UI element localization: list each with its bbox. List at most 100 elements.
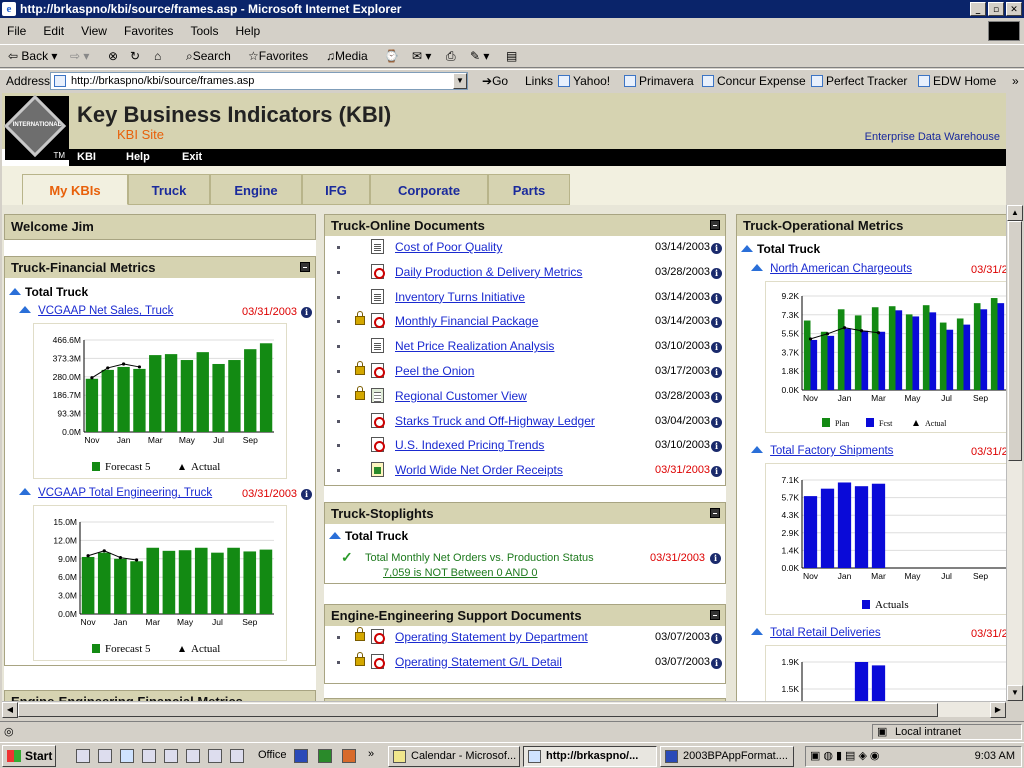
quicklaunch-icon[interactable] [208,749,222,763]
media-button[interactable]: ♫Media [326,45,368,67]
minimize-panel-icon[interactable] [710,508,720,518]
document-link[interactable]: Inventory Turns Initiative [395,290,525,304]
stop-icon[interactable]: ⊗ [108,45,118,67]
info-icon[interactable]: i [711,367,722,378]
link-yahoo[interactable]: Yahoo! [558,70,610,92]
address-dropdown-button[interactable]: ▼ [453,73,467,89]
favorites-button[interactable]: ☆Favorites [248,45,308,67]
mail-icon[interactable]: ✉ ▾ [412,45,431,67]
menu-tools[interactable]: Tools [183,20,225,42]
info-icon[interactable]: i [711,416,722,428]
document-link[interactable]: Operating Statement G/L Detail [395,655,562,669]
total-engineering-link[interactable]: VCGAAP Total Engineering, Truck [38,487,212,499]
forward-button[interactable]: ⇨ ▾ [70,45,89,67]
quicklaunch-icon[interactable] [76,749,90,763]
discuss-icon[interactable]: ▤ [506,45,517,67]
print-icon[interactable]: ⎙ [446,45,456,67]
history-icon[interactable]: ⌚ [384,45,399,67]
links-overflow-icon[interactable]: » [1012,70,1019,92]
minimize-panel-icon[interactable] [300,262,310,272]
stoplight-detail-link[interactable]: 7,059 is NOT Between 0 AND 0 [383,567,538,579]
document-link[interactable]: Monthly Financial Package [395,314,538,328]
link-edw-home[interactable]: EDW Home [918,70,996,92]
link-concur-expense[interactable]: Concur Expense [702,70,806,92]
factory-shipments-link[interactable]: Total Factory Shipments [770,445,893,457]
quicklaunch-icon[interactable] [230,749,244,763]
collapse-triangle-icon[interactable] [751,446,763,453]
collapse-triangle-icon[interactable] [9,288,21,295]
address-input[interactable]: http://brkaspno/kbi/source/frames.asp [50,72,468,90]
go-button[interactable]: ➔Go [482,70,508,92]
link-perfect-tracker[interactable]: Perfect Tracker [811,70,907,92]
tab-parts[interactable]: Parts [488,174,570,205]
document-link[interactable]: Net Price Realization Analysis [395,339,554,353]
collapse-triangle-icon[interactable] [741,245,753,252]
toolbar-overflow-icon[interactable]: » [368,748,374,760]
scroll-up-arrow-icon[interactable]: ▲ [1007,205,1023,221]
net-sales-link[interactable]: VCGAAP Net Sales, Truck [38,305,173,317]
info-icon[interactable]: i [711,657,722,669]
nav-exit[interactable]: Exit [182,149,202,165]
task-calendar[interactable]: Calendar - Microsof... [388,746,520,767]
home-icon[interactable]: ⌂ [154,45,161,67]
document-link[interactable]: Cost of Poor Quality [395,240,502,254]
info-icon[interactable]: i [711,441,722,453]
minimize-panel-icon[interactable] [710,610,720,620]
document-link[interactable]: Regional Customer View [395,389,527,403]
info-icon[interactable]: i [711,466,722,478]
quicklaunch-icon[interactable] [98,749,112,763]
vertical-scrollbar[interactable]: ▲ ▼ [1006,205,1023,701]
edit-icon[interactable]: ✎ ▾ [470,45,489,67]
collapse-triangle-icon[interactable] [19,306,31,313]
nav-help[interactable]: Help [126,149,150,165]
menu-favorites[interactable]: Favorites [117,20,180,42]
quicklaunch-icon[interactable] [142,749,156,763]
scroll-right-arrow-icon[interactable]: ▶ [990,702,1006,718]
collapse-triangle-icon[interactable] [329,532,341,539]
maximize-button[interactable]: ▫ [988,2,1004,16]
document-link[interactable]: U.S. Indexed Pricing Trends [395,438,544,452]
info-icon[interactable]: i [711,342,722,354]
document-link[interactable]: Starks Truck and Off-Highway Ledger [395,414,595,428]
vertical-scroll-thumb[interactable] [1008,221,1022,461]
quicklaunch-icon[interactable] [164,749,178,763]
ie-quicklaunch-icon[interactable] [120,749,134,763]
task-word-doc[interactable]: 2003BPAppFormat.... [660,746,794,767]
horizontal-scroll-thumb[interactable] [18,703,938,717]
info-icon[interactable]: i [711,317,722,329]
info-icon[interactable]: i [711,391,722,403]
document-link[interactable]: Operating Statement by Department [395,630,588,644]
minimize-panel-icon[interactable] [710,220,720,230]
document-link[interactable]: Peel the Onion [395,364,474,378]
info-icon[interactable]: i [301,489,312,500]
minimize-button[interactable]: _ [970,2,986,16]
scroll-left-arrow-icon[interactable]: ◀ [2,702,18,718]
collapse-triangle-icon[interactable] [751,264,763,271]
menu-view[interactable]: View [74,20,114,42]
collapse-triangle-icon[interactable] [751,628,763,635]
collapse-triangle-icon[interactable] [19,488,31,495]
info-icon[interactable]: i [711,243,722,254]
tab-ifg[interactable]: IFG [302,174,370,205]
chargeouts-link[interactable]: North American Chargeouts [770,263,912,275]
search-button[interactable]: ⌕Search [186,45,231,67]
word-icon[interactable] [294,749,308,763]
retail-deliveries-link[interactable]: Total Retail Deliveries [770,627,881,639]
tab-my-kbis[interactable]: My KBIs [22,174,128,205]
powerpoint-icon[interactable] [342,749,356,763]
horizontal-scrollbar[interactable]: ◀ ▶ [2,701,1006,718]
document-link[interactable]: World Wide Net Order Receipts [395,463,563,477]
info-icon[interactable]: i [711,292,722,304]
info-icon[interactable]: i [301,307,312,318]
refresh-icon[interactable]: ↻ [130,45,140,67]
close-button[interactable]: ✕ [1006,2,1022,16]
info-icon[interactable]: i [711,267,722,279]
start-button[interactable]: Start [2,745,56,767]
tab-corporate[interactable]: Corporate [370,174,488,205]
link-primavera[interactable]: Primavera [624,70,694,92]
nav-kbi[interactable]: KBI [77,149,96,165]
quicklaunch-icon[interactable] [186,749,200,763]
excel-icon[interactable] [318,749,332,763]
menu-edit[interactable]: Edit [36,20,71,42]
tab-engine[interactable]: Engine [210,174,302,205]
